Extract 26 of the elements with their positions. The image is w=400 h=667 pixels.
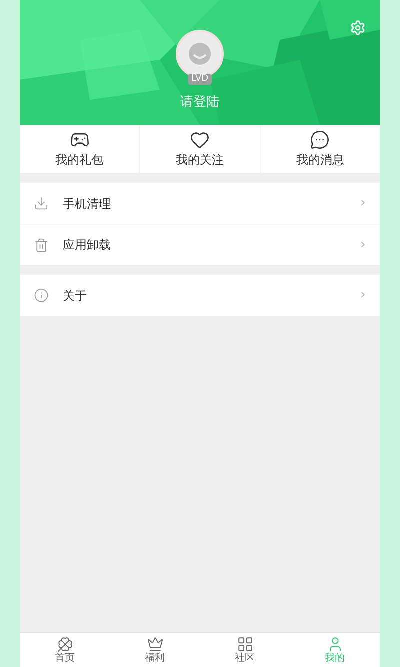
shortcut-button[interactable]: 我的关注: [139, 125, 260, 173]
menu-label: 关于: [63, 288, 87, 304]
face-icon: [186, 40, 214, 68]
info-icon: [34, 288, 49, 303]
menu-item[interactable]: 关于 ›: [20, 275, 380, 316]
menu-label: 手机清理: [63, 196, 111, 212]
menu-label: 应用卸载: [63, 237, 111, 254]
download-icon: [34, 196, 49, 211]
chevron-icon: ›: [360, 285, 366, 306]
grid-icon: [236, 636, 254, 652]
chevron-icon: ›: [360, 193, 366, 214]
shortcut-button[interactable]: 我的消息: [260, 125, 380, 173]
menu-item[interactable]: 手机清理 ›: [20, 183, 380, 224]
chevron-icon: ›: [360, 234, 366, 256]
shortcut-button[interactable]: 我的礼包: [20, 125, 140, 173]
chat-bubble-icon: [310, 130, 330, 150]
trash-icon: [34, 238, 49, 252]
tab[interactable]: 福利: [110, 633, 200, 667]
tab[interactable]: 社区: [200, 633, 290, 667]
level-badge: LVD: [188, 74, 212, 85]
flower-icon: [56, 636, 74, 652]
settings-icon[interactable]: [350, 20, 366, 36]
crown-icon: [146, 636, 164, 652]
heart-icon: [190, 130, 210, 150]
tab[interactable]: 首页: [20, 633, 110, 667]
menu-item[interactable]: 应用卸载 ›: [20, 224, 380, 265]
